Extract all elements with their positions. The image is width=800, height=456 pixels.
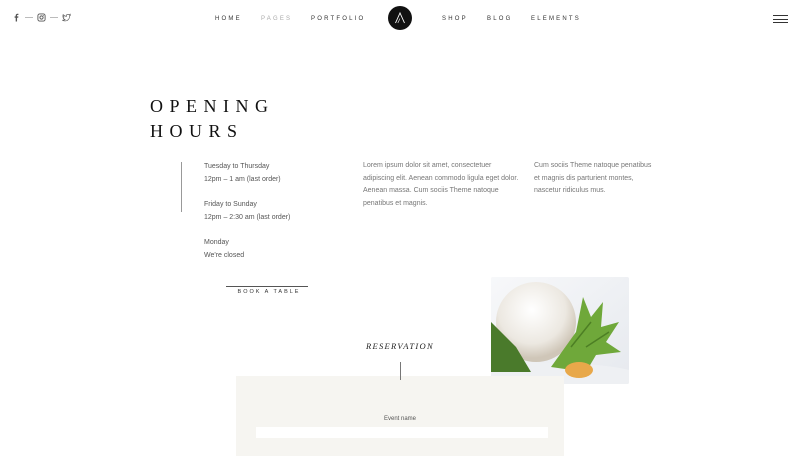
logo[interactable] [388,6,412,30]
nav-pages[interactable]: Pages [261,16,292,22]
reservation-divider [400,362,401,380]
nav-elements[interactable]: Elements [531,16,581,22]
event-name-label: Event name [383,416,417,422]
book-table-button[interactable]: BOOK A TABLE [226,289,312,295]
title-line-1: OPENING [150,96,275,116]
nav-blog[interactable]: Blog [487,16,512,22]
hours-monday: Monday [204,239,229,246]
text-line: Lorem ipsum dolor sit amet, consectetuer [363,162,492,169]
text-line: adipiscing elit. Aenean commodo ligula e… [363,174,519,182]
opening-hours: Tuesday to Thursday 12pm – 1 am (last or… [204,161,290,262]
text-line: Cum sociis Theme natoque penatibus [534,162,652,169]
divider-line [181,162,182,212]
button-underline [226,286,308,287]
menu-icon[interactable] [773,15,788,26]
title-line-2: HOURS [150,121,244,141]
twitter-icon[interactable] [62,13,71,22]
text-column-2: Cum sociis Theme natoque penatibus et ma… [534,160,651,198]
facebook-icon[interactable] [12,13,21,22]
text-line: nascetur ridiculus mus. [534,187,606,195]
text-line: et magnis dis parturient montes, [534,174,634,182]
divider [25,17,33,18]
instagram-icon[interactable] [37,13,46,22]
reservation-title: RESERVATION [366,341,434,351]
text-line: Aenean massa. Cum sociis Theme natoque [363,187,499,195]
hours-weekend: Friday to Sunday [204,201,257,208]
page-title: OPENING HOURS [150,94,275,144]
hours-weekend-time: 12pm – 2:30 am (last order) [204,213,291,221]
social-links [12,13,71,22]
text-line: penatibus et magnis. [363,200,428,208]
divider [50,17,58,18]
hours-weekdays: Tuesday to Thursday [204,163,270,170]
text-column-1: Lorem ipsum dolor sit amet, consectetuer… [363,160,518,211]
event-name-input[interactable] [256,427,548,438]
hours-monday-status: We're closed [204,251,245,259]
nav-portfolio[interactable]: Portfolio [311,16,365,22]
nav-shop[interactable]: Shop [442,16,468,22]
hours-weekdays-time: 12pm – 1 am (last order) [204,175,281,183]
food-image [491,277,629,384]
logo-mark-icon [395,11,405,24]
nav-home[interactable]: Home [215,16,242,22]
